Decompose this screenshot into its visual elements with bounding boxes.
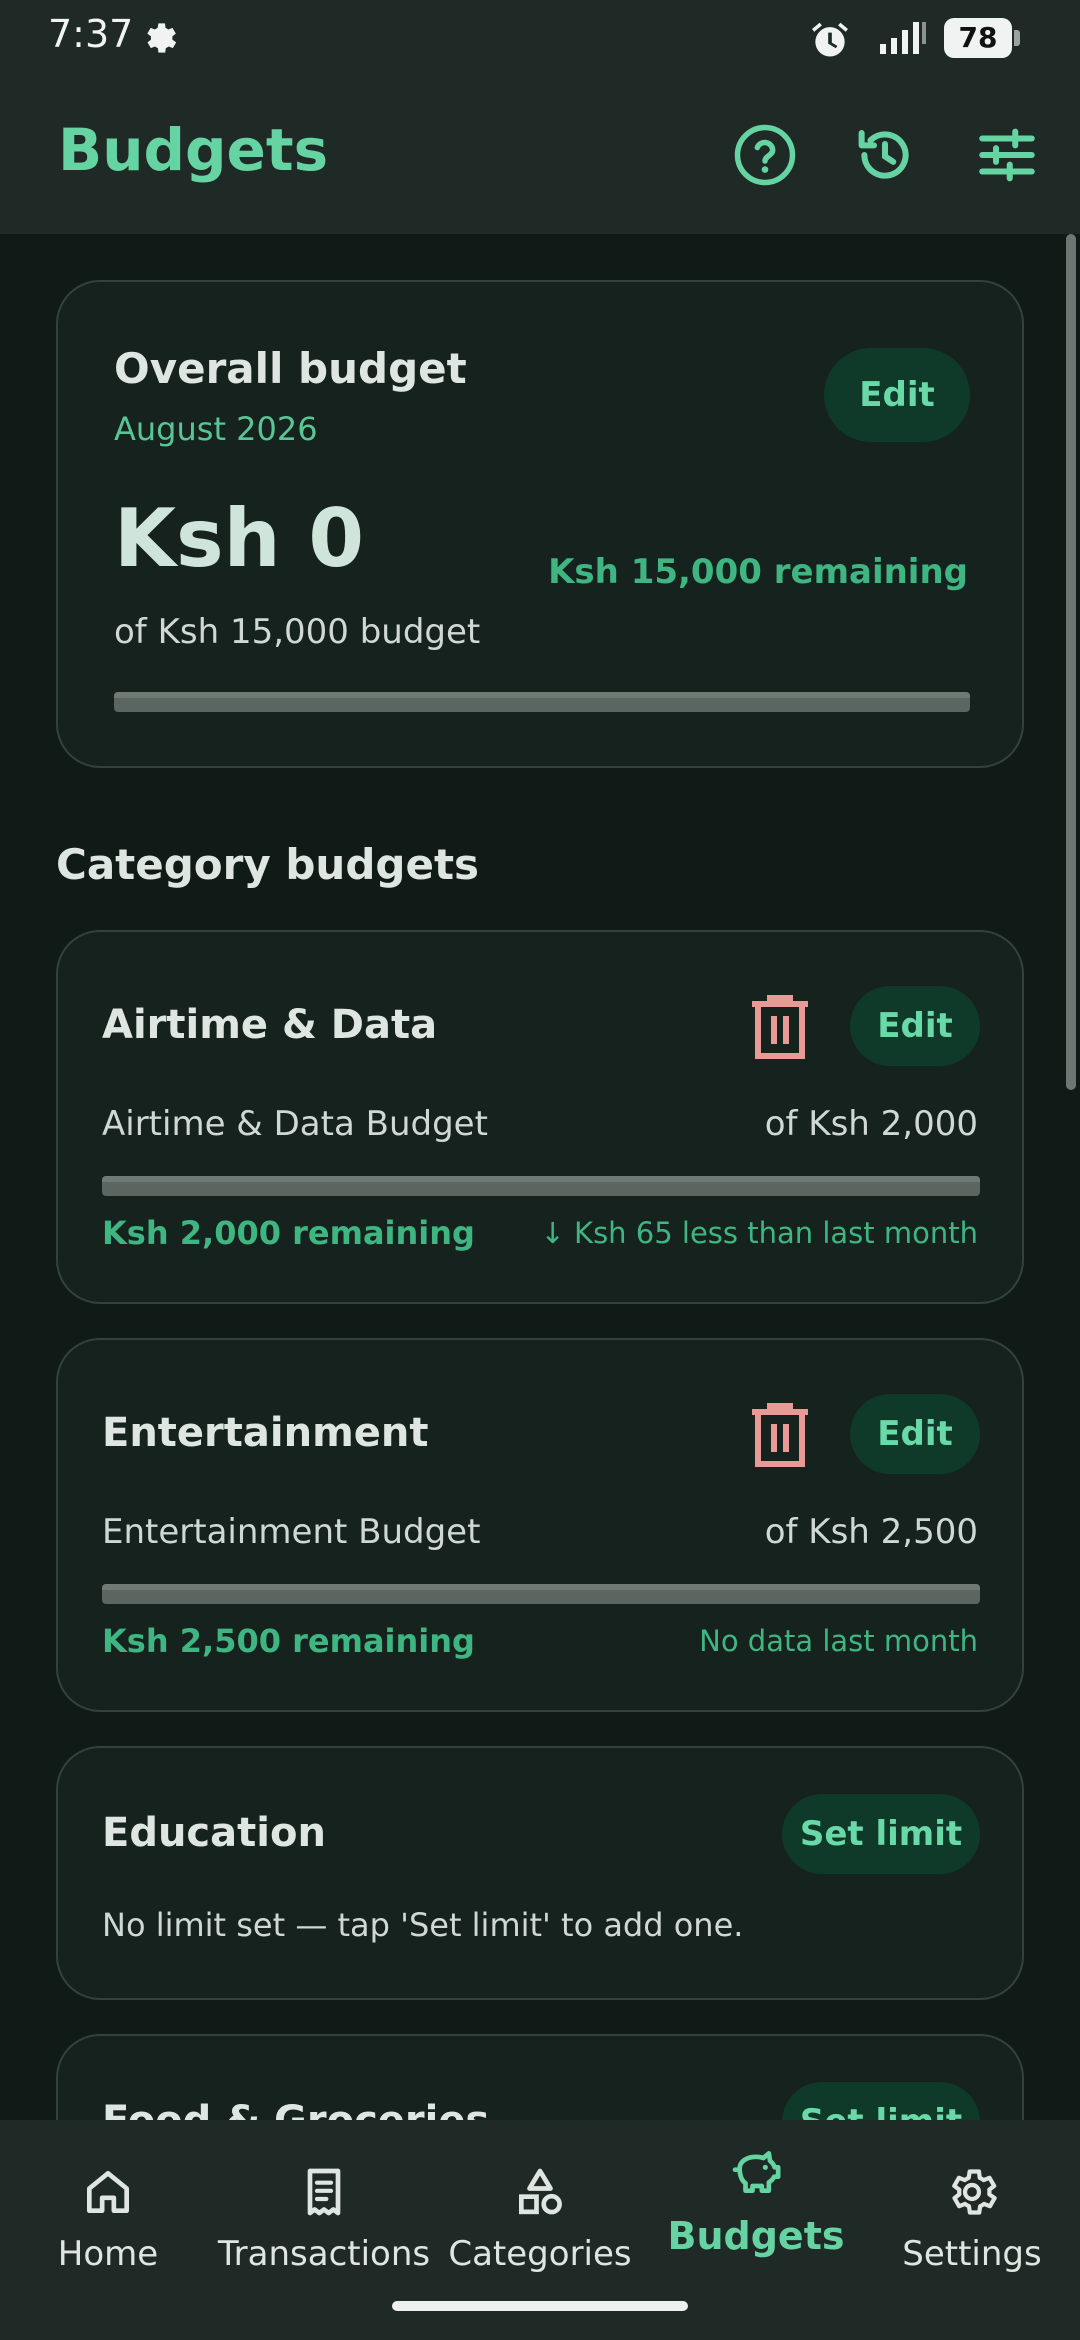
battery-level: 78 <box>944 18 1012 58</box>
edit-overall-budget-button[interactable]: Edit <box>824 348 970 442</box>
home-icon <box>80 2164 136 2220</box>
help-button[interactable] <box>732 122 798 188</box>
trash-icon <box>752 995 808 1059</box>
home-indicator[interactable] <box>392 2301 688 2311</box>
history-button[interactable] <box>852 122 918 188</box>
category-month-comparison: ↓ Ksh 65 less than last month <box>540 1216 978 1250</box>
category-name: Entertainment <box>102 1410 429 1456</box>
status-time: 7:37 <box>48 12 134 56</box>
help-icon <box>734 124 796 186</box>
nav-label: Transactions <box>217 2234 431 2274</box>
set-limit-button[interactable]: Set limit <box>782 2082 980 2120</box>
shapes-icon <box>512 2164 568 2220</box>
category-card-airtime-data: Airtime & Data Edit Airtime & Data Budge… <box>56 930 1024 1304</box>
nav-label: Settings <box>902 2234 1042 2274</box>
delete-category-budget-button[interactable] <box>750 1402 810 1468</box>
battery-icon: 78 <box>944 18 1020 58</box>
category-month-comparison: No data last month <box>699 1624 978 1658</box>
gear-icon <box>944 2164 1000 2220</box>
settings-status-icon <box>140 18 180 58</box>
nav-item-transactions[interactable]: Transactions <box>216 2140 432 2290</box>
overall-budget-total: of Ksh 15,000 budget <box>114 612 481 652</box>
filter-settings-button[interactable] <box>974 122 1040 188</box>
edit-category-budget-button[interactable]: Edit <box>850 986 980 1066</box>
category-name: Airtime & Data <box>102 1002 438 1048</box>
nav-item-budgets[interactable]: Budgets <box>648 2140 864 2290</box>
receipt-icon <box>296 2164 352 2220</box>
top-app-bar: 7:37 78 Budgets <box>0 0 1080 234</box>
signal-icon <box>878 20 928 56</box>
nav-item-settings[interactable]: Settings <box>864 2140 1080 2290</box>
nav-item-home[interactable]: Home <box>0 2140 216 2290</box>
nav-label: Budgets <box>667 2214 845 2258</box>
category-name: Food & Groceries <box>102 2098 489 2120</box>
edit-category-budget-button[interactable]: Edit <box>850 1394 980 1474</box>
category-budget-amount: of Ksh 2,500 <box>764 1512 978 1552</box>
tune-icon <box>979 128 1035 182</box>
page-title: Budgets <box>58 116 329 184</box>
category-progress-bar <box>102 1584 980 1604</box>
category-budget-label: Airtime & Data Budget <box>102 1104 488 1144</box>
nav-label: Categories <box>448 2234 632 2274</box>
category-name: Education <box>102 1810 326 1856</box>
history-icon <box>858 129 909 179</box>
set-limit-button[interactable]: Set limit <box>782 1794 980 1874</box>
nav-item-categories[interactable]: Categories <box>432 2140 648 2290</box>
category-card-entertainment: Entertainment Edit Entertainment Budget … <box>56 1338 1024 1712</box>
nav-label: Home <box>57 2234 159 2274</box>
category-progress-bar <box>102 1176 980 1196</box>
category-remaining: Ksh 2,000 remaining <box>102 1214 475 1252</box>
scrollbar[interactable] <box>1066 234 1076 1090</box>
overall-budget-title: Overall budget <box>114 344 467 393</box>
category-budget-label: Entertainment Budget <box>102 1512 481 1552</box>
category-remaining: Ksh 2,500 remaining <box>102 1622 475 1660</box>
overall-budget-period: August 2026 <box>114 410 318 448</box>
no-limit-note: No limit set — tap 'Set limit' to add on… <box>102 1906 744 1944</box>
category-budgets-heading: Category budgets <box>56 840 480 889</box>
piggy-bank-icon <box>728 2144 784 2200</box>
delete-category-budget-button[interactable] <box>750 994 810 1060</box>
status-bar: 7:37 78 <box>0 0 1080 80</box>
budgets-list[interactable]: Overall budget August 2026 Edit Ksh 0 Ks… <box>0 234 1080 2120</box>
category-card-education: Education Set limit No limit set — tap '… <box>56 1746 1024 2000</box>
alarm-icon <box>808 18 852 62</box>
overall-progress-bar <box>114 692 970 712</box>
category-card-food-groceries: Food & Groceries Set limit <box>56 2034 1024 2120</box>
overall-spent-amount: Ksh 0 <box>114 492 365 585</box>
overall-remaining: Ksh 15,000 remaining <box>548 552 968 592</box>
category-budget-amount: of Ksh 2,000 <box>764 1104 978 1144</box>
overall-budget-card: Overall budget August 2026 Edit Ksh 0 Ks… <box>56 280 1024 768</box>
trash-icon <box>752 1403 808 1467</box>
